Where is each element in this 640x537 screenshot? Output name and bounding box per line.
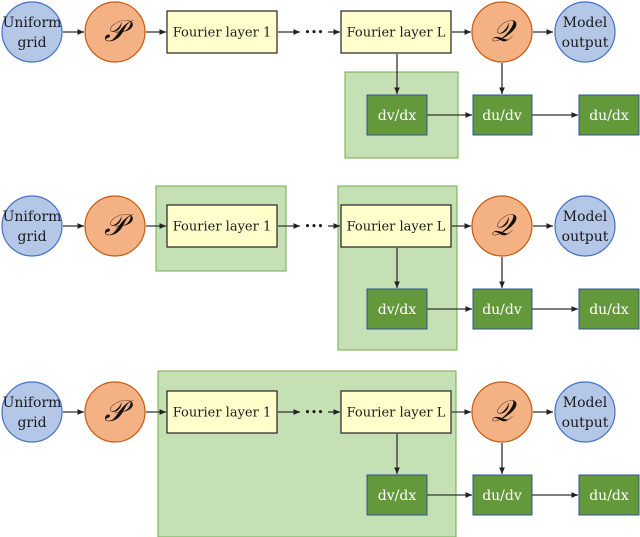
model-output-node bbox=[554, 1, 616, 63]
dudv-label: du/dv bbox=[482, 302, 522, 318]
fourier-layer-1-label: Fourier layer 1 bbox=[173, 220, 271, 235]
model-output-node bbox=[554, 381, 616, 443]
fourier-layer-l-label: Fourier layer L bbox=[347, 406, 446, 421]
ellipsis: ••• bbox=[304, 220, 323, 233]
uniform-grid-node bbox=[1, 1, 63, 63]
fourier-layer-1-label: Fourier layer 1 bbox=[173, 26, 271, 41]
uniform-grid-node bbox=[1, 381, 63, 443]
model-output-label-line1: Model bbox=[563, 395, 608, 411]
model-output-label-line2: output bbox=[562, 35, 609, 51]
dudx-label: du/dx bbox=[589, 108, 629, 124]
model-output-label-line2: output bbox=[562, 415, 609, 431]
ellipsis: ••• bbox=[304, 26, 323, 39]
uniform-grid-label-line2: grid bbox=[17, 229, 46, 245]
dudv-label: du/dv bbox=[482, 108, 522, 124]
dvdx-label: dv/dx bbox=[378, 302, 417, 318]
row-3: Uniformgrid 𝒫 Fourier layer 1 ••• Fourier la… bbox=[1, 370, 640, 537]
model-output-label-line2: output bbox=[562, 229, 609, 245]
uniform-grid-label-line2: grid bbox=[17, 35, 46, 51]
dvdx-label: dv/dx bbox=[378, 488, 417, 504]
dudx-label: du/dx bbox=[589, 302, 629, 318]
dudv-label: du/dv bbox=[482, 488, 522, 504]
uniform-grid-label-line1: Uniform bbox=[3, 209, 62, 225]
ellipsis: ••• bbox=[304, 406, 323, 419]
dudx-label: du/dx bbox=[589, 488, 629, 504]
fourier-layer-1-label: Fourier layer 1 bbox=[173, 406, 271, 421]
uniform-grid-node bbox=[1, 195, 63, 257]
row-2: Uniformgrid 𝒫 Fourier layer 1 ••• Fourier la… bbox=[1, 185, 640, 351]
uniform-grid-label-line1: Uniform bbox=[3, 15, 62, 31]
uniform-grid-label-line1: Uniform bbox=[3, 395, 62, 411]
fourier-layer-l-label: Fourier layer L bbox=[347, 26, 446, 41]
uniform-grid-label-line2: grid bbox=[17, 415, 46, 431]
model-output-label-line1: Model bbox=[563, 15, 608, 31]
model-output-node bbox=[554, 195, 616, 257]
fourier-layer-l-label: Fourier layer L bbox=[347, 220, 446, 235]
row-1: Uniformgrid 𝒫 Fourier layer 1 ••• Fourier la… bbox=[1, 1, 640, 159]
fno-differentiation-diagram: Uniformgrid 𝒫 Fourier layer 1 ••• Fourier la… bbox=[1, 1, 640, 537]
model-output-label-line1: Model bbox=[563, 209, 608, 225]
dvdx-label: dv/dx bbox=[378, 108, 417, 124]
